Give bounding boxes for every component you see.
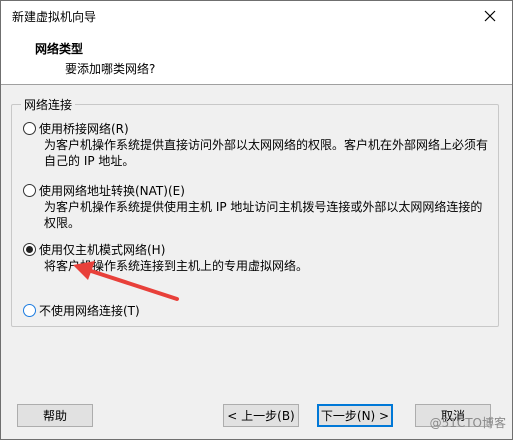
close-icon (484, 10, 496, 22)
host-only-label[interactable]: 使用仅主机模式网络(H) (39, 241, 165, 258)
wizard-window: 新建虚拟机向导 网络类型 要添加哪类网络? 网络连接 使用桥接网络(R) 为客户… (0, 0, 513, 440)
back-button[interactable]: < 上一步(B) (223, 404, 299, 427)
option-nat[interactable]: 使用网络地址转换(NAT)(E) 为客户机操作系统提供使用主机 IP 地址访问主… (23, 181, 493, 231)
title-bar[interactable]: 新建虚拟机向导 (1, 1, 512, 31)
page-subtitle: 要添加哪类网络? (65, 62, 156, 76)
bridged-description: 为客户机操作系统提供直接访问外部以太网网络的权限。客户机在外部网络上必须有自己的… (44, 138, 489, 168)
nat-label[interactable]: 使用网络地址转换(NAT)(E) (39, 182, 185, 199)
nat-radio[interactable] (23, 183, 36, 197)
bridged-label[interactable]: 使用桥接网络(R) (39, 120, 129, 137)
next-button[interactable]: 下一步(N) > (317, 404, 393, 427)
group-legend: 网络连接 (21, 96, 76, 113)
no-network-radio[interactable] (23, 303, 36, 317)
host-only-description: 将客户机操作系统连接到主机上的专用虚拟网络。 (44, 259, 309, 273)
watermark: @51CTO博客 (429, 416, 506, 430)
page-title: 网络类型 (35, 42, 84, 56)
close-button[interactable] (468, 1, 512, 31)
option-bridged[interactable]: 使用桥接网络(R) 为客户机操作系统提供直接访问外部以太网网络的权限。客户机在外… (23, 119, 493, 169)
window-title: 新建虚拟机向导 (12, 10, 97, 24)
option-host-only[interactable]: 使用仅主机模式网络(H) 将客户机操作系统连接到主机上的专用虚拟网络。 (23, 240, 493, 274)
no-network-label[interactable]: 不使用网络连接(T) (39, 302, 140, 319)
option-no-network[interactable]: 不使用网络连接(T) (23, 301, 493, 319)
bridged-radio[interactable] (23, 121, 36, 135)
network-connection-group: 网络连接 使用桥接网络(R) 为客户机操作系统提供直接访问外部以太网网络的权限。… (11, 96, 499, 327)
nat-description: 为客户机操作系统提供使用主机 IP 地址访问主机拨号连接或外部以太网网络连接的权… (44, 200, 483, 230)
wizard-header: 网络类型 要添加哪类网络? (1, 31, 512, 85)
help-button[interactable]: 帮助 (17, 404, 93, 427)
host-only-radio[interactable] (23, 242, 36, 256)
